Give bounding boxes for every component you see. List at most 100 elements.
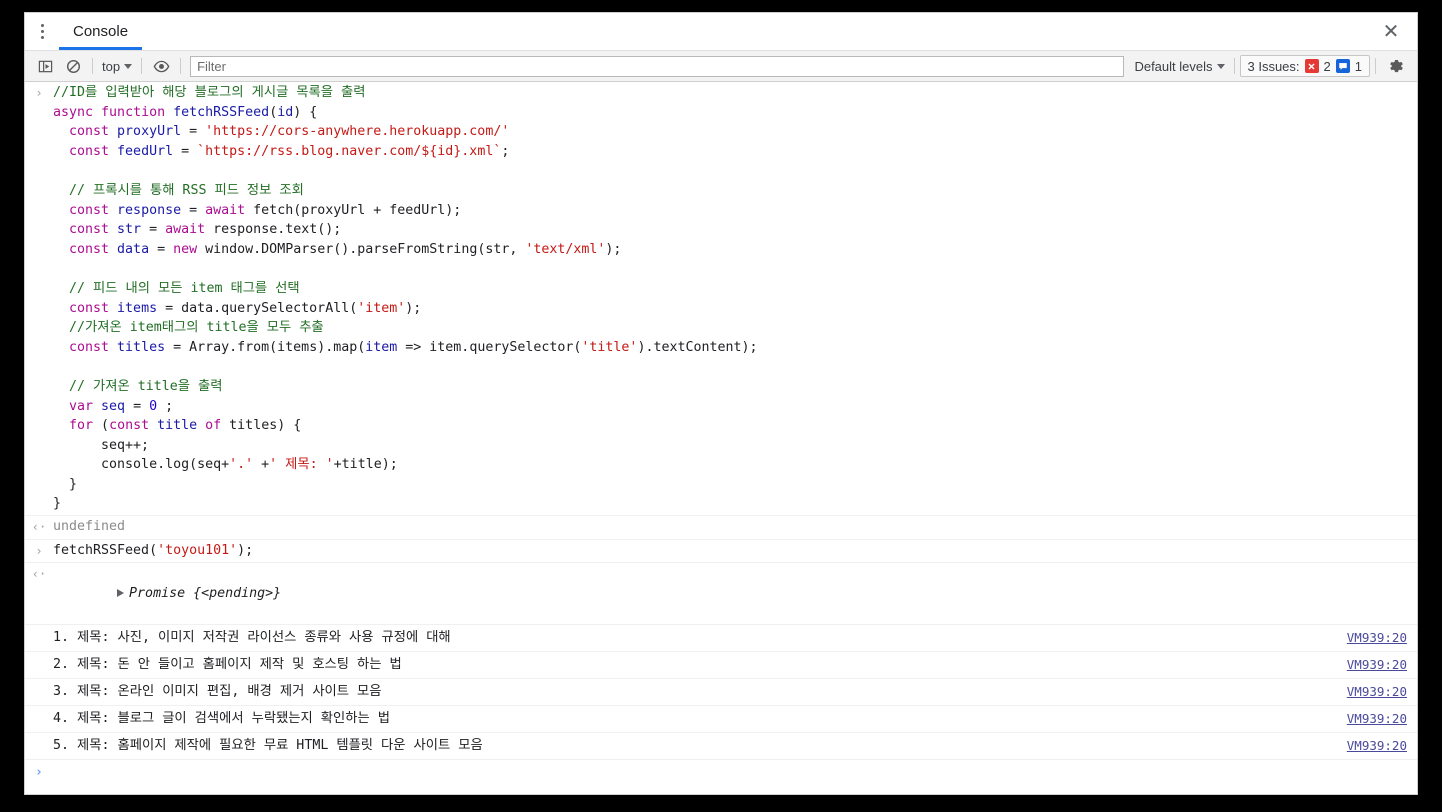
log-source-link[interactable]: VM939:20 bbox=[1347, 709, 1407, 729]
console-entry-input[interactable]: › //ID를 입력받아 해당 블로그의 게시글 목록을 출력 async fun… bbox=[25, 82, 1417, 515]
log-source-link[interactable]: VM939:20 bbox=[1347, 655, 1407, 675]
close-glyph: ✕ bbox=[1382, 21, 1400, 43]
toolbar-divider-5 bbox=[1375, 58, 1376, 74]
code-token: str bbox=[117, 222, 142, 238]
input-marker: › bbox=[35, 86, 43, 100]
code-token: ); bbox=[237, 542, 254, 558]
code-token: 'title' bbox=[581, 339, 638, 355]
code-token: ; bbox=[157, 398, 174, 414]
code-token: const bbox=[53, 222, 118, 238]
console-entry-input[interactable]: › fetchRSSFeed('toyou101'); bbox=[25, 540, 1417, 564]
code-token: } bbox=[53, 476, 78, 492]
code-token: fetchRSSFeed( bbox=[53, 542, 158, 558]
code-token: +title); bbox=[333, 457, 398, 473]
code-token: //가져온 item태그의 title을 모두 추출 bbox=[53, 320, 324, 336]
code-line: const titles = Array.from(items).map(ite… bbox=[53, 338, 1417, 358]
filter-input[interactable] bbox=[190, 55, 1125, 77]
more-vertical-icon[interactable] bbox=[25, 13, 59, 50]
code-token: seq bbox=[101, 398, 126, 414]
code-token: item bbox=[365, 339, 398, 355]
code-token: const bbox=[53, 124, 118, 140]
code-line: const data = new window.DOMParser().pars… bbox=[53, 240, 1417, 260]
code-token: console.log(seq+ bbox=[53, 457, 230, 473]
code-token: id bbox=[277, 104, 294, 120]
code-line: for (const title of titles) { bbox=[53, 416, 1417, 436]
code-token: = data.querySelectorAll( bbox=[157, 300, 358, 316]
code-token: // 프록시를 통해 RSS 피드 정보 조회 bbox=[53, 182, 304, 198]
close-icon[interactable]: ✕ bbox=[1365, 13, 1417, 50]
log-message: 1. 제목: 사진, 이미지 저작권 라이선스 종류와 사용 규정에 대해 bbox=[53, 630, 451, 646]
code-token: const bbox=[53, 241, 118, 257]
console-log-row: 4. 제목: 블로그 글이 검색에서 누락됐는지 확인하는 법 VM939:20 bbox=[25, 706, 1417, 734]
code-token: proxyUrl bbox=[117, 124, 182, 140]
code-token: //ID를 입력받아 해당 블로그의 게시글 목록을 출력 bbox=[53, 85, 366, 100]
code-token: = bbox=[149, 241, 174, 257]
execution-context-selector[interactable]: top bbox=[98, 57, 136, 76]
code-token: data bbox=[117, 241, 150, 257]
code-token: 'item' bbox=[357, 300, 406, 316]
code-token: // 피드 내의 모든 item 태그를 선택 bbox=[53, 280, 300, 296]
code-token: const bbox=[53, 300, 118, 316]
message-count: 1 bbox=[1354, 58, 1362, 74]
gear-icon[interactable] bbox=[1381, 58, 1411, 75]
code-token: 'https://cors-anywhere.herokuapp.com/' bbox=[205, 124, 510, 140]
chevron-down-icon bbox=[1216, 63, 1225, 69]
code-token: async bbox=[53, 104, 102, 120]
code-token: items bbox=[117, 300, 158, 316]
code-token: await bbox=[205, 202, 254, 218]
code-line: //ID를 입력받아 해당 블로그의 게시글 목록을 출력 bbox=[53, 83, 1417, 103]
console-log-list: 1. 제목: 사진, 이미지 저작권 라이선스 종류와 사용 규정에 대해 VM9… bbox=[25, 625, 1417, 761]
code-line: //가져온 item태그의 title을 모두 추출 bbox=[53, 318, 1417, 338]
tab-console-label: Console bbox=[73, 23, 129, 40]
toolbar-divider-3 bbox=[180, 58, 182, 74]
output-marker: ‹· bbox=[31, 567, 47, 582]
code-token: ( bbox=[269, 104, 278, 120]
code-token: titles bbox=[117, 339, 166, 355]
code-line: console.log(seq+'.' +' 제목: '+title); bbox=[53, 455, 1417, 475]
console-log-row: 3. 제목: 온라인 이미지 편집, 배경 제거 사이트 모음 VM939:20 bbox=[25, 679, 1417, 707]
error-count: 2 bbox=[1323, 58, 1331, 74]
error-icon bbox=[1304, 59, 1319, 73]
expand-triangle-icon[interactable] bbox=[117, 588, 125, 597]
issues-label: 3 Issues: bbox=[1247, 58, 1300, 74]
code-token: feedUrl bbox=[117, 143, 174, 159]
code-token: const bbox=[109, 418, 158, 434]
issues-button[interactable]: 3 Issues: 2 1 bbox=[1239, 55, 1370, 77]
code-line: } bbox=[53, 475, 1417, 495]
code-token: for bbox=[53, 418, 102, 434]
code-token: `https://rss.blog.naver.com/${id}.xml` bbox=[197, 143, 502, 159]
console-output: › //ID를 입력받아 해당 블로그의 게시글 목록을 출력 async fun… bbox=[25, 82, 1417, 794]
show-console-sidebar-icon[interactable] bbox=[31, 53, 59, 79]
code-token: const bbox=[53, 339, 118, 355]
code-token: window.DOMParser().parseFromString(str, bbox=[205, 241, 526, 257]
code-token: await bbox=[165, 222, 214, 238]
result-value: undefined bbox=[53, 519, 126, 535]
code-token: 'text/xml' bbox=[525, 241, 606, 257]
log-level-selector[interactable]: Default levels bbox=[1130, 57, 1228, 76]
code-token: = bbox=[173, 143, 198, 159]
code-line: const items = data.querySelectorAll('ite… bbox=[53, 299, 1417, 319]
console-prompt[interactable]: › bbox=[25, 760, 1417, 786]
log-source-link[interactable]: VM939:20 bbox=[1347, 628, 1407, 648]
code-token: var bbox=[53, 398, 102, 414]
clear-console-icon[interactable] bbox=[59, 53, 87, 79]
code-token: ); bbox=[605, 241, 622, 257]
log-message: 4. 제목: 블로그 글이 검색에서 누락됐는지 확인하는 법 bbox=[53, 711, 390, 727]
execution-context-label: top bbox=[102, 58, 121, 74]
console-code-block: fetchRSSFeed('toyou101'); bbox=[53, 541, 1417, 561]
promise-label: Promise bbox=[129, 585, 186, 601]
code-line: } bbox=[53, 494, 1417, 514]
live-expression-eye-icon[interactable] bbox=[147, 53, 175, 79]
code-token: '.' bbox=[229, 457, 254, 473]
code-line: const proxyUrl = 'https://cors-anywhere.… bbox=[53, 122, 1417, 142]
console-entry-promise[interactable]: ‹· Promise {<pending>} bbox=[25, 563, 1417, 626]
tab-console[interactable]: Console bbox=[59, 13, 143, 50]
toolbar-divider-2 bbox=[141, 58, 143, 74]
log-source-link[interactable]: VM939:20 bbox=[1347, 682, 1407, 702]
code-token: seq++; bbox=[53, 437, 150, 453]
code-token: => item.querySelector( bbox=[397, 339, 582, 355]
code-token: = Array.from(items).map( bbox=[165, 339, 366, 355]
log-source-link[interactable]: VM939:20 bbox=[1347, 736, 1407, 756]
code-token: = bbox=[141, 222, 166, 238]
